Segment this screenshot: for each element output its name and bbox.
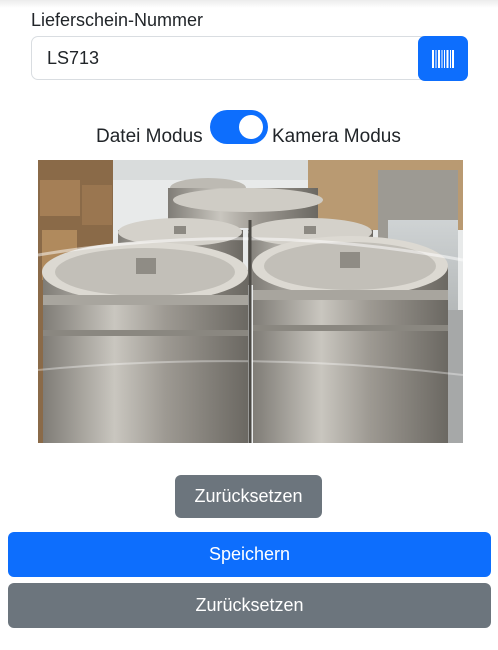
toggle-knob bbox=[239, 115, 263, 139]
barcode-scan-button[interactable] bbox=[418, 36, 468, 81]
barcode-icon bbox=[432, 49, 454, 68]
file-mode-label: Datei Modus bbox=[96, 126, 203, 147]
kegs-image bbox=[38, 160, 463, 443]
save-button[interactable]: Speichern bbox=[8, 532, 491, 577]
delivery-note-label: Lieferschein-Nummer bbox=[31, 10, 204, 30]
top-shadow bbox=[0, 0, 498, 8]
mode-toggle-switch[interactable] bbox=[210, 110, 268, 144]
delivery-note-input[interactable]: LS713 bbox=[31, 36, 449, 80]
captured-photo bbox=[38, 160, 463, 443]
mode-switch-row: Datei Modus Kamera Modus bbox=[0, 110, 498, 150]
reset-button-small[interactable]: Zurücksetzen bbox=[175, 475, 322, 518]
reset-button-wide[interactable]: Zurücksetzen bbox=[8, 583, 491, 628]
camera-mode-label: Kamera Modus bbox=[272, 126, 401, 147]
